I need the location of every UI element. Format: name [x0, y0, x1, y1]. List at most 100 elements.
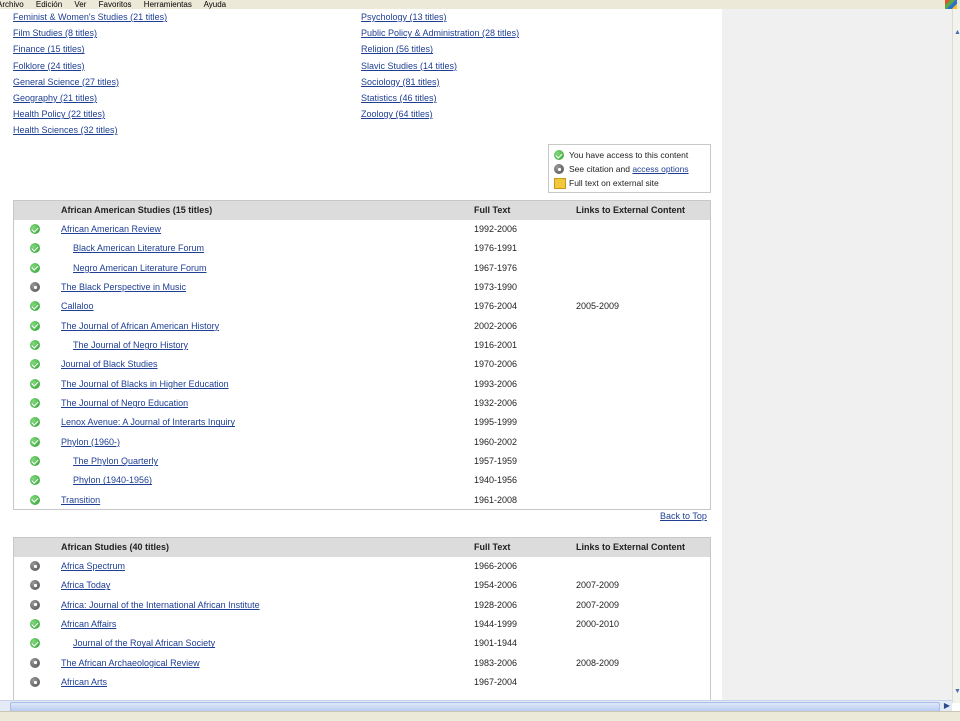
journal-title-link[interactable]: The Journal of Blacks in Higher Educatio…	[61, 375, 229, 394]
full-text-range: 1960-2002	[474, 436, 518, 447]
journal-title-link[interactable]: Negro American Literature Forum	[73, 259, 207, 278]
journal-title-link[interactable]: The Journal of Negro History	[73, 336, 188, 355]
table-header: African American Studies (15 titles) Ful…	[14, 201, 710, 220]
check-icon	[30, 320, 40, 331]
menu-edicion[interactable]: Edición	[36, 0, 62, 9]
subject-link[interactable]: Sociology (81 titles)	[361, 74, 519, 90]
journal-title-link[interactable]: Phylon (1960-)	[61, 433, 120, 452]
journal-title-link[interactable]: Transition	[61, 491, 100, 510]
table-row: African Arts 1967-2004	[14, 673, 710, 692]
subject-link[interactable]: Health Sciences (32 titles)	[13, 122, 167, 138]
table-row: The Journal of Negro History 1916-2001	[14, 336, 710, 355]
subject-link[interactable]: Finance (15 titles)	[13, 41, 167, 57]
subject-link[interactable]: Folklore (24 titles)	[13, 58, 167, 74]
subject-link[interactable]: Zoology (64 titles)	[361, 106, 519, 122]
journal-title-link[interactable]: Africa Today	[61, 576, 110, 595]
check-icon	[30, 243, 40, 254]
browser-menubar: Archivo Edición Ver Favoritos Herramient…	[0, 0, 960, 9]
full-text-range: 1976-1991	[474, 243, 518, 254]
external-range: 2008-2009	[576, 657, 620, 668]
table-row: Africa: Journal of the International Afr…	[14, 596, 710, 615]
journal-title-link[interactable]: Phylon (1940-1956)	[73, 471, 152, 490]
subject-link[interactable]: Religion (56 titles)	[361, 41, 519, 57]
access-options-link[interactable]: access options	[632, 164, 688, 174]
external-range: 2007-2009	[576, 599, 620, 610]
lock-icon	[30, 657, 40, 668]
legend-citation-text: See citation and access options	[569, 162, 689, 176]
subject-list-left: Feminist & Women's Studies (21 titles) F…	[13, 9, 167, 139]
legend-access-text: You have access to this content	[569, 150, 689, 160]
windows-logo-icon	[945, 0, 957, 9]
vertical-scrollbar[interactable]: ▲ ▼	[952, 9, 960, 703]
check-icon	[30, 638, 40, 649]
subject-link[interactable]: Public Policy & Administration (28 title…	[361, 25, 519, 41]
menu-ayuda[interactable]: Ayuda	[204, 0, 227, 9]
table-row: Negro American Literature Forum 1967-1976	[14, 259, 710, 278]
table-row: The Black Perspective in Music 1973-1990	[14, 278, 710, 297]
full-text-range: 1928-2006	[474, 599, 518, 610]
column-full-text: Full Text	[474, 542, 511, 552]
subject-link[interactable]: Statistics (46 titles)	[361, 90, 519, 106]
journal-title-link[interactable]: Black American Literature Forum	[73, 239, 204, 258]
table-header: African Studies (40 titles) Full Text Li…	[14, 538, 710, 557]
table-row: The Journal of Negro Education 1932-2006	[14, 394, 710, 413]
lock-icon	[30, 599, 40, 610]
journal-title-link[interactable]: The Phylon Quarterly	[73, 452, 158, 471]
back-to-top-link[interactable]: Back to Top	[660, 511, 707, 521]
scroll-down-icon[interactable]: ▼	[954, 688, 960, 695]
subject-link[interactable]: Health Policy (22 titles)	[13, 106, 167, 122]
journal-title-link[interactable]: Africa Spectrum	[61, 557, 125, 576]
table-row: African American Review 1992-2006	[14, 220, 710, 239]
check-icon	[30, 475, 40, 486]
journal-title-link[interactable]: The African Archaeological Review	[61, 654, 200, 673]
full-text-range: 1961-2008	[474, 494, 518, 505]
subject-link[interactable]: Film Studies (8 titles)	[13, 25, 167, 41]
menu-archivo[interactable]: Archivo	[0, 0, 24, 9]
journal-table-african-american-studies: African American Studies (15 titles) Ful…	[13, 200, 711, 510]
subject-link[interactable]: Geography (21 titles)	[13, 90, 167, 106]
legend-citation-prefix: See citation and	[569, 164, 633, 174]
table-row: The Phylon Quarterly 1957-1959	[14, 452, 710, 471]
scroll-right-icon[interactable]: ▶	[944, 701, 950, 710]
table-body: African American Review 1992-2006 Black Am…	[14, 220, 710, 510]
menu-ver[interactable]: Ver	[74, 0, 86, 9]
check-icon	[554, 150, 564, 160]
journal-title-link[interactable]: The Black Perspective in Music	[61, 278, 186, 297]
full-text-range: 1967-1976	[474, 262, 518, 273]
journal-title-link[interactable]: African American Review	[61, 220, 161, 239]
check-icon	[30, 224, 40, 234]
check-icon	[30, 398, 40, 409]
journal-title-link[interactable]: Lenox Avenue: A Journal of Interarts Inq…	[61, 413, 235, 432]
table-row: Phylon (1960-) 1960-2002	[14, 433, 710, 452]
table-row: African Affairs 1944-1999 2000-2010	[14, 615, 710, 634]
journal-title-link[interactable]: The Journal of African American History	[61, 317, 219, 336]
table-row: Africa Today 1954-2006 2007-2009	[14, 576, 710, 595]
lock-icon	[30, 677, 40, 688]
subject-link[interactable]: Psychology (13 titles)	[361, 9, 519, 25]
full-text-range: 1970-2006	[474, 359, 518, 370]
full-text-range: 1993-2006	[474, 378, 518, 389]
subject-link[interactable]: Feminist & Women's Studies (21 titles)	[13, 9, 167, 25]
menu-herramientas[interactable]: Herramientas	[144, 0, 192, 9]
right-gutter	[722, 9, 952, 703]
journal-title-link[interactable]: African Arts	[61, 673, 107, 692]
lock-icon	[554, 164, 564, 174]
access-legend: You have access to this content See cita…	[548, 144, 711, 193]
journal-title-link[interactable]: Journal of the Royal African Society	[73, 634, 215, 653]
journal-title-link[interactable]: Africa: Journal of the International Afr…	[61, 596, 260, 615]
table-row: The Journal of African American History 2…	[14, 317, 710, 336]
scroll-up-icon[interactable]: ▲	[954, 29, 960, 36]
check-icon	[30, 619, 40, 630]
journal-title-link[interactable]: The Journal of Negro Education	[61, 394, 188, 413]
legend-external-text: Full text on external site	[569, 178, 659, 188]
menu-favoritos[interactable]: Favoritos	[99, 0, 132, 9]
journal-title-link[interactable]: Callaloo	[61, 297, 94, 316]
column-external: Links to External Content	[576, 205, 686, 215]
subject-link[interactable]: General Science (27 titles)	[13, 74, 167, 90]
journal-title-link[interactable]: African Affairs	[61, 615, 116, 634]
journal-title-link[interactable]: Journal of Black Studies	[61, 355, 158, 374]
column-full-text: Full Text	[474, 205, 511, 215]
table-row: Africa Spectrum 1966-2006	[14, 557, 710, 576]
subject-link[interactable]: Slavic Studies (14 titles)	[361, 58, 519, 74]
check-icon	[30, 378, 40, 389]
